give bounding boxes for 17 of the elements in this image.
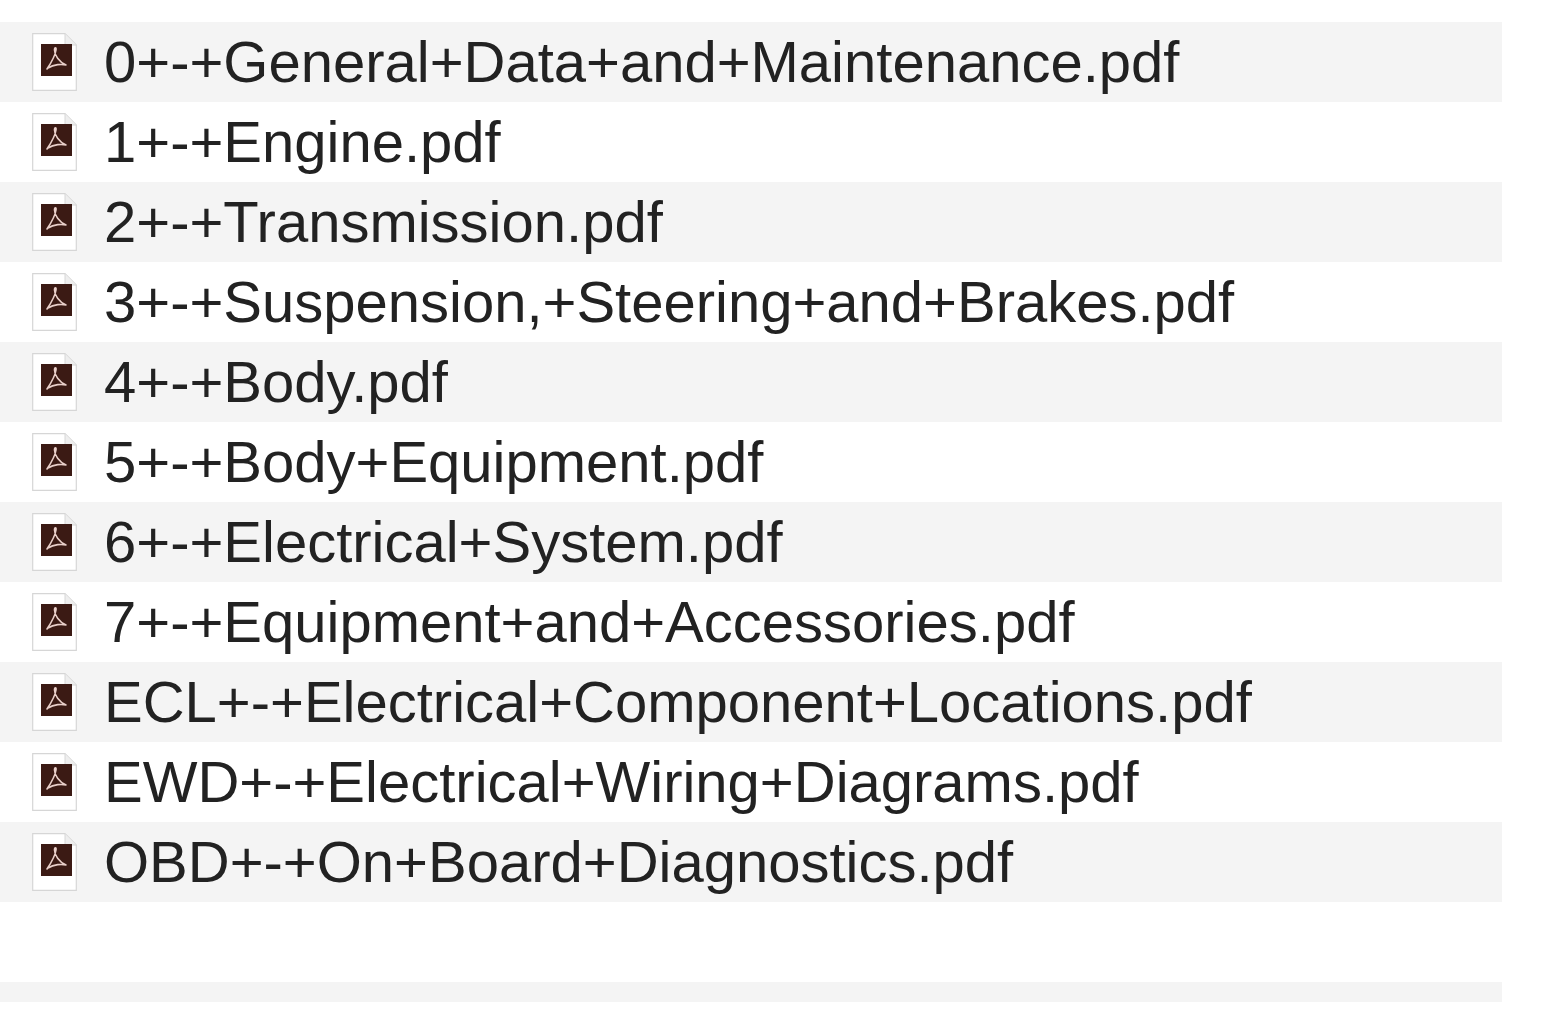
document-icon [32, 433, 77, 491]
document-icon [32, 753, 77, 811]
document-icon [32, 33, 77, 91]
document-icon [32, 353, 77, 411]
file-name[interactable]: 3+-+Suspension,+Steering+and+Brakes.pdf [104, 270, 1235, 334]
document-icon [32, 513, 77, 571]
document-icon [32, 113, 77, 171]
document-icon [32, 273, 77, 331]
document-icon [32, 673, 77, 731]
file-name[interactable]: EWD+-+Electrical+Wiring+Diagrams.pdf [104, 750, 1139, 814]
file-name[interactable]: 1+-+Engine.pdf [104, 110, 501, 174]
file-name[interactable]: 5+-+Body+Equipment.pdf [104, 430, 764, 494]
document-icon [32, 833, 77, 891]
document-icon [32, 193, 77, 251]
file-name[interactable]: 7+-+Equipment+and+Accessories.pdf [104, 590, 1075, 654]
document-icon [32, 593, 77, 651]
file-name[interactable]: 4+-+Body.pdf [104, 350, 448, 414]
